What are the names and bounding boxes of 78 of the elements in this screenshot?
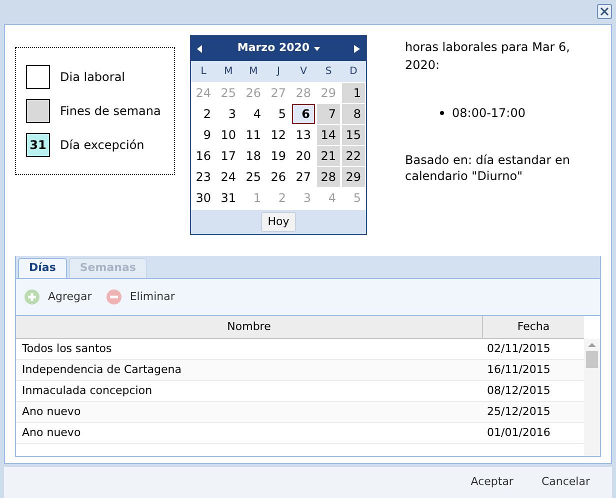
scroll-thumb[interactable] bbox=[586, 351, 598, 368]
calendar-day[interactable]: 6 bbox=[292, 104, 315, 124]
weekday-label: S bbox=[324, 65, 333, 79]
legend-label: Día excepción bbox=[60, 137, 144, 154]
based-on-text: Basado en: día estandar en calendario "Diurno" bbox=[405, 152, 571, 184]
right-arrow-icon bbox=[354, 44, 360, 52]
calendar-day[interactable]: 25 bbox=[242, 167, 265, 187]
calendar-day[interactable]: 15 bbox=[342, 125, 365, 145]
calendar-day[interactable]: 16 bbox=[192, 146, 215, 166]
table-cell-text: Ano nuevo bbox=[21, 404, 82, 420]
calendar-day[interactable]: 19 bbox=[267, 146, 290, 166]
workday-swatch bbox=[26, 65, 50, 89]
scrollbar[interactable] bbox=[584, 339, 600, 456]
table-cell-text: Todos los santos bbox=[21, 340, 113, 357]
hours-item: 08:00-17:00 bbox=[452, 105, 526, 122]
calendar-day[interactable]: 22 bbox=[342, 146, 365, 166]
calendar-day[interactable]: 23 bbox=[192, 167, 215, 187]
calendar-day[interactable]: 10 bbox=[217, 125, 240, 145]
calendar-day[interactable]: 31 bbox=[217, 188, 240, 208]
table-cell-text: 08/12/2015 bbox=[486, 382, 550, 399]
calendar-day[interactable]: 1 bbox=[342, 83, 365, 103]
weekday-label: M bbox=[223, 65, 234, 79]
calendar-day[interactable]: 24 bbox=[217, 167, 240, 187]
calendar-day[interactable]: 29 bbox=[342, 167, 365, 187]
previous-month-button[interactable] bbox=[197, 44, 203, 52]
table-cell-text: Independencia de Cartagena bbox=[21, 362, 182, 378]
column-header[interactable]: Nombre bbox=[16, 316, 483, 338]
calendar-day[interactable]: 14 bbox=[317, 125, 340, 145]
calendar-day[interactable]: 12 bbox=[267, 125, 290, 145]
dialog-button[interactable]: Cancelar bbox=[541, 474, 590, 491]
weekday-label: M bbox=[248, 65, 259, 79]
toolbar-button[interactable]: Eliminar bbox=[106, 288, 175, 306]
table-cell-text: 02/11/2015 bbox=[486, 340, 550, 357]
working-hours-title: horas laborales para Mar 6, 2020: bbox=[405, 39, 571, 74]
legend-label: Dia laboral bbox=[60, 69, 126, 86]
scroll-up-icon bbox=[588, 343, 596, 347]
weekday-label: V bbox=[299, 65, 308, 79]
calendar-day[interactable]: 2 bbox=[192, 104, 215, 124]
weekday-label: D bbox=[348, 65, 358, 79]
today-button[interactable]: Hoy bbox=[260, 212, 296, 232]
calendar-day[interactable]: 26 bbox=[267, 167, 290, 187]
column-header[interactable]: Fecha bbox=[483, 316, 584, 338]
calendar-day[interactable]: 30 bbox=[192, 188, 215, 208]
dialog-button[interactable]: Aceptar bbox=[470, 474, 514, 491]
calendar-day[interactable]: 9 bbox=[192, 125, 215, 145]
close-button[interactable] bbox=[597, 4, 612, 19]
calendar-day[interactable]: 28 bbox=[317, 167, 340, 187]
calendar-day[interactable]: 8 bbox=[342, 104, 365, 124]
table-cell-text: 25/12/2015 bbox=[486, 404, 550, 420]
calendar-day[interactable]: 11 bbox=[242, 125, 265, 145]
caret-icon bbox=[314, 46, 320, 50]
calendar-day[interactable]: 5 bbox=[267, 104, 290, 124]
weekend-swatch bbox=[26, 99, 50, 123]
tab[interactable]: Días bbox=[18, 258, 67, 278]
remove-icon bbox=[106, 289, 122, 305]
close-icon bbox=[600, 7, 609, 16]
table-cell-text: Ano nuevo bbox=[21, 424, 82, 441]
calendar-day[interactable]: 18 bbox=[242, 146, 265, 166]
calendar-day[interactable]: 3 bbox=[217, 104, 240, 124]
weekday-label: J bbox=[276, 65, 281, 79]
next-month-button[interactable] bbox=[354, 44, 360, 52]
calendar-day[interactable]: 20 bbox=[292, 146, 315, 166]
toolbar-button[interactable]: Agregar bbox=[24, 288, 92, 306]
left-arrow-icon bbox=[197, 44, 203, 52]
add-icon bbox=[24, 289, 40, 305]
bullet-icon bbox=[440, 111, 444, 115]
calendar-day[interactable]: 7 bbox=[317, 104, 340, 124]
calendar-day[interactable]: 13 bbox=[292, 125, 315, 145]
table-cell-text: 16/11/2015 bbox=[486, 362, 550, 378]
legend-label: Fines de semana bbox=[60, 103, 161, 120]
table-cell-text: 01/01/2016 bbox=[486, 424, 550, 441]
calendar-day[interactable]: 27 bbox=[292, 167, 315, 187]
weekday-label: L bbox=[200, 65, 208, 79]
exception-swatch: 31 bbox=[26, 133, 50, 157]
table-cell-text: Inmaculada concepcion bbox=[21, 382, 154, 399]
calendar-day[interactable]: 4 bbox=[242, 104, 265, 124]
calendar-day[interactable]: 17 bbox=[217, 146, 240, 166]
calendar-day[interactable]: 21 bbox=[317, 146, 340, 166]
